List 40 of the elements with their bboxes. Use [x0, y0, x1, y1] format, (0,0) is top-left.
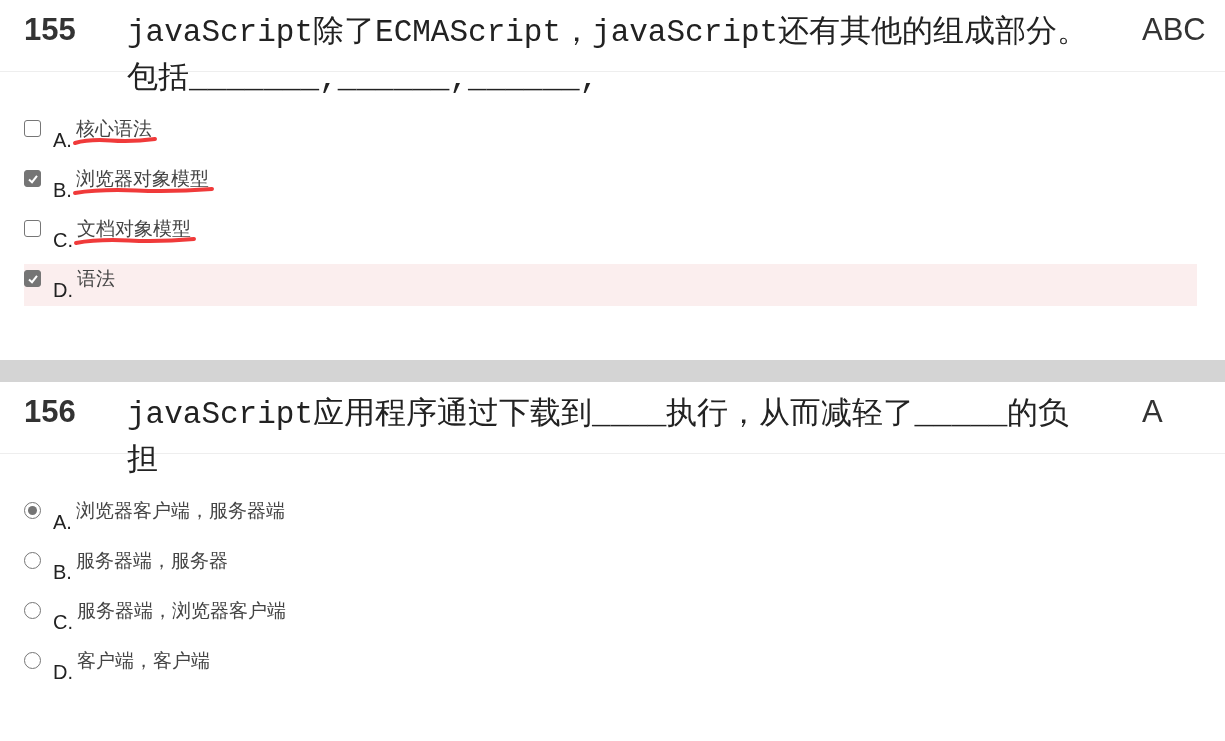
radio-button[interactable] [24, 652, 41, 669]
answer-key: A [1142, 392, 1163, 453]
radio-button[interactable] [24, 552, 41, 569]
option-label[interactable]: 客户端，客户端 [77, 649, 210, 671]
option-letter: B. [53, 560, 72, 584]
answer-key: ABC [1142, 10, 1206, 71]
option-label[interactable]: 浏览器客户端，服务器端 [75, 499, 285, 521]
checkbox[interactable] [24, 170, 41, 187]
checkbox[interactable] [24, 220, 41, 237]
option-row[interactable]: C. 文档对象模型 [24, 214, 1197, 256]
option-label[interactable]: 服务器端，浏览器客户端 [77, 599, 286, 621]
checkmark-icon [26, 172, 39, 185]
option-row[interactable]: B. 浏览器对象模型 [24, 164, 1197, 206]
option-letter: D. [53, 278, 73, 302]
checkmark-icon [26, 272, 39, 285]
option-row[interactable]: A. 核心语法 [24, 114, 1197, 156]
checkbox[interactable] [24, 120, 41, 137]
option-row[interactable]: D. 客户端，客户端 [24, 646, 1197, 688]
question-text: javaScript除了ECMAScript，javaScript还有其他的组成部分。包括_______,______,______, [127, 14, 1090, 98]
radio-button[interactable] [24, 502, 41, 519]
option-label[interactable]: 文档对象模型 [77, 217, 191, 239]
option-letter: A. [53, 510, 72, 534]
option-label[interactable]: 语法 [77, 267, 115, 289]
option-letter: C. [53, 610, 73, 634]
radio-button[interactable] [24, 602, 41, 619]
option-label[interactable]: 核心语法 [75, 117, 152, 139]
option-label[interactable]: 服务器端，服务器 [75, 549, 228, 571]
option-letter: D. [53, 660, 73, 684]
option-letter: A. [53, 128, 72, 152]
option-row[interactable]: C. 服务器端，浏览器客户端 [24, 596, 1197, 638]
option-label[interactable]: 浏览器对象模型 [75, 167, 209, 189]
option-row[interactable]: B. 服务器端，服务器 [24, 546, 1197, 588]
option-row[interactable]: D. 语法 [24, 264, 1197, 306]
question-text: javaScript应用程序通过下载到____执行，从而减轻了_____的负担 [127, 396, 1071, 480]
checkbox[interactable] [24, 270, 41, 287]
question-number: 156 [23, 393, 77, 431]
question-number: 155 [23, 11, 77, 49]
option-letter: B. [53, 178, 72, 202]
option-letter: C. [53, 228, 73, 252]
option-row[interactable]: A. 浏览器客户端，服务器端 [24, 496, 1197, 538]
